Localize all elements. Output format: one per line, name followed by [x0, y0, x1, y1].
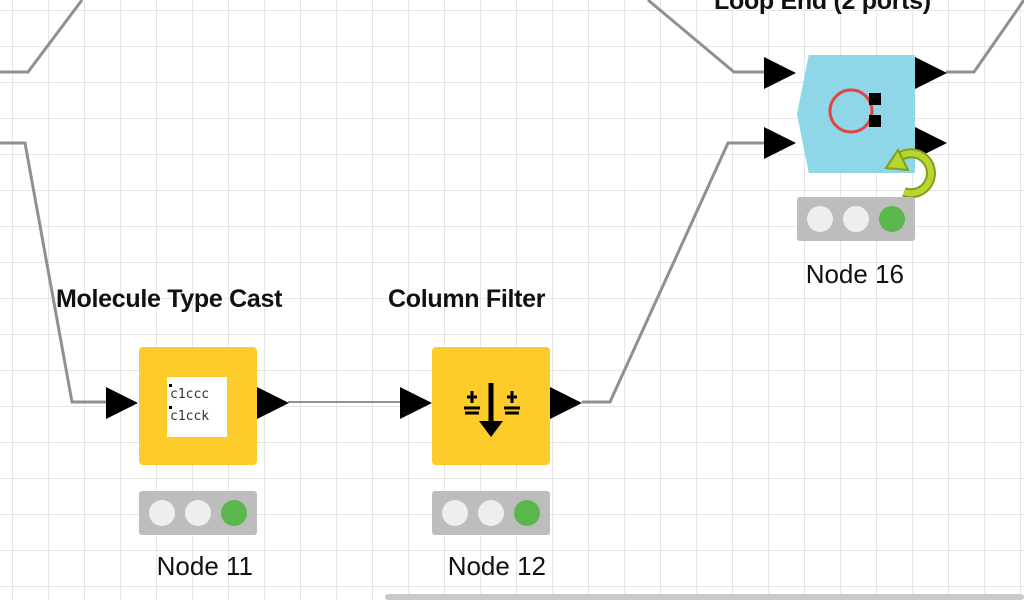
node-label[interactable]: Node 12 [424, 551, 546, 582]
status-light-yellow [478, 500, 504, 526]
status-light-yellow [843, 206, 869, 232]
horizontal-scrollbar[interactable] [385, 594, 1024, 600]
status-light-green [221, 500, 247, 526]
status-light-green [514, 500, 540, 526]
input-port-1[interactable] [764, 57, 796, 89]
status-light-red [807, 206, 833, 232]
output-port[interactable] [257, 387, 289, 419]
wire-out-node-16[interactable] [946, 0, 1024, 74]
status-light-yellow [185, 500, 211, 526]
node-title: Column Filter [388, 285, 546, 313]
output-port-1[interactable] [915, 57, 947, 89]
workflow-canvas[interactable]: Molecule Type Cast c1ccc c1cck Node 11 C… [0, 0, 1024, 600]
node-label[interactable]: Node 11 [131, 551, 253, 582]
status-indicator [139, 491, 257, 535]
node-label[interactable]: Node 16 [782, 259, 904, 290]
status-indicator [432, 491, 550, 535]
loop-end-icon [828, 88, 881, 134]
column-filter-icon [464, 383, 520, 437]
status-light-green [879, 206, 905, 232]
status-light-red [442, 500, 468, 526]
node-icon-box[interactable]: c1ccc c1cck [139, 347, 257, 465]
input-port-2[interactable] [764, 127, 796, 159]
status-indicator [797, 197, 915, 241]
status-light-red [149, 500, 175, 526]
molecule-cast-icon: c1ccc c1cck [167, 377, 227, 437]
node-icon-box[interactable] [432, 347, 550, 465]
icon-text-line-2: c1cck [170, 409, 210, 424]
wire-into-node-11[interactable] [0, 141, 108, 404]
node-title: Molecule Type Cast [56, 285, 283, 313]
wire-top-left[interactable] [0, 0, 84, 74]
input-port[interactable] [400, 387, 432, 419]
input-port[interactable] [106, 387, 138, 419]
wire-node-12-to-node-16[interactable] [582, 141, 765, 404]
node-title: Loop End (2 ports) [714, 0, 931, 15]
icon-text-line-1: c1ccc [170, 387, 210, 402]
output-port[interactable] [550, 387, 582, 419]
